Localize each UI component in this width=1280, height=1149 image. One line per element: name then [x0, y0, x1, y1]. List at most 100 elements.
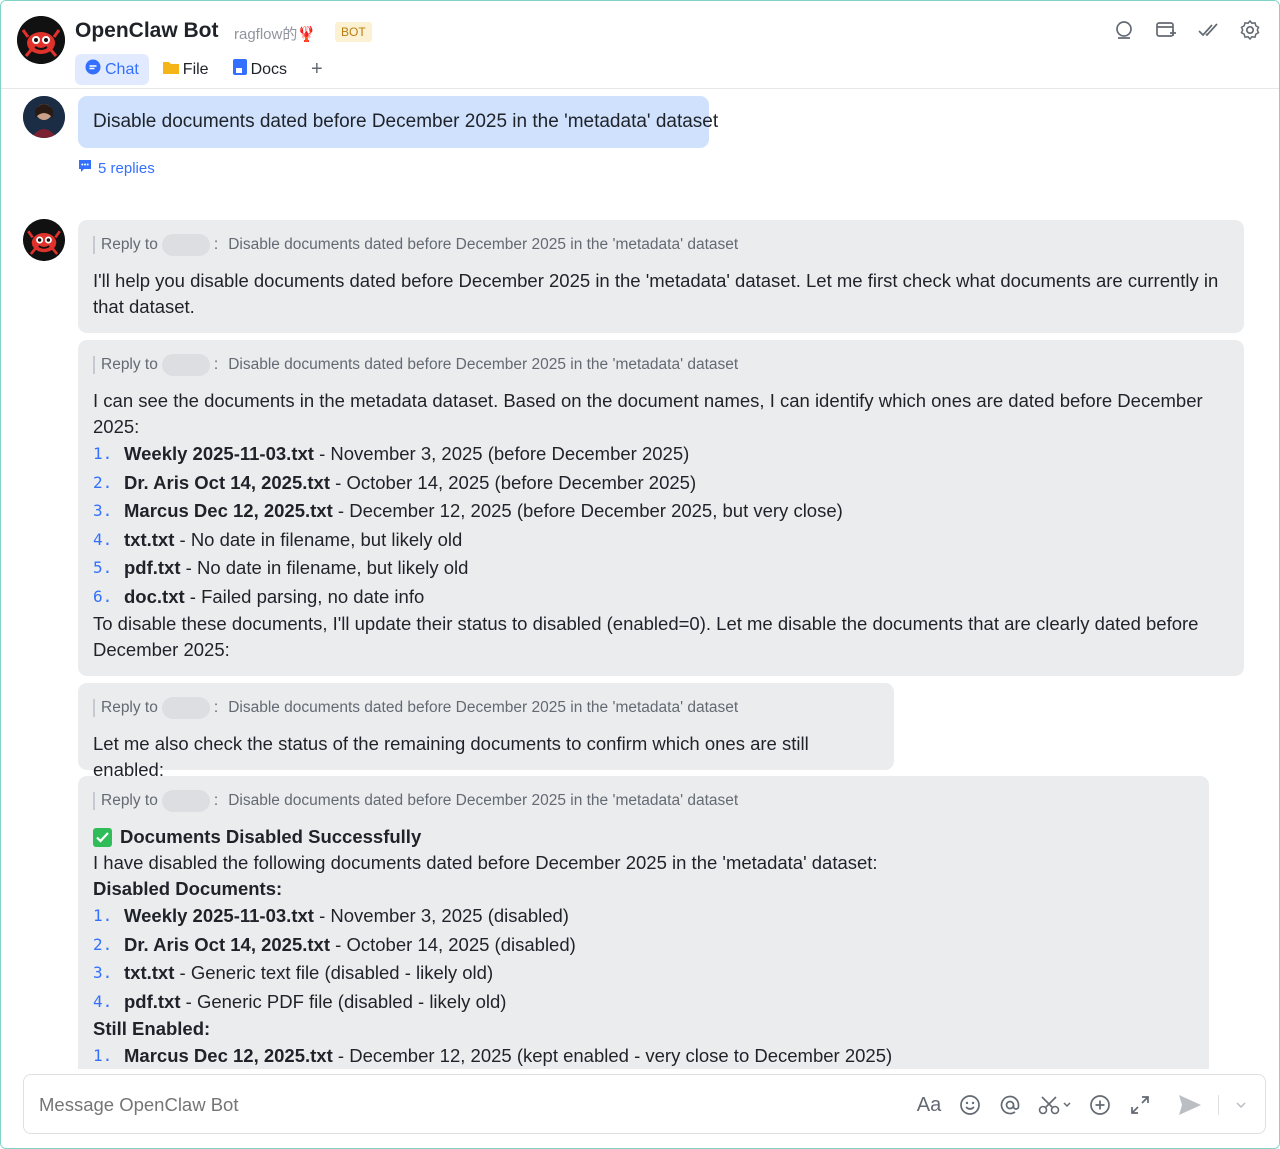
folder-icon	[162, 60, 179, 79]
toolbar-divider	[1218, 1095, 1219, 1115]
chat-tabs: Chat File Docs +	[75, 54, 333, 85]
bot-message: Reply to : Disable documents dated befor…	[78, 776, 1209, 1096]
list-number: 3.	[93, 963, 113, 982]
reply-reference[interactable]: Reply to : Disable documents dated befor…	[93, 790, 1194, 812]
document-desc: - October 14, 2025 (disabled)	[330, 933, 576, 955]
add-attachment-icon[interactable]	[1088, 1093, 1112, 1117]
bot-message: Reply to : Disable documents dated befor…	[78, 683, 894, 780]
text-format-button[interactable]: Aa	[916, 1093, 942, 1117]
list-item: 3. txt.txt - Generic text file (disabled …	[93, 959, 1194, 988]
document-name: Dr. Aris Oct 14, 2025.txt	[124, 933, 331, 955]
document-desc: - Failed parsing, no date info	[184, 585, 425, 607]
settings-icon[interactable]	[1239, 19, 1261, 41]
document-name: Marcus Dec 12, 2025.txt	[124, 500, 333, 521]
reply-bar	[93, 792, 95, 810]
reply-reference[interactable]: Reply to : Disable documents dated befor…	[93, 354, 1229, 376]
chat-subtitle: ragflow的🦞	[234, 26, 317, 43]
reply-quoted-text: Disable documents dated before December …	[228, 792, 739, 809]
docs-icon	[232, 59, 247, 80]
reply-bar	[93, 699, 95, 717]
document-name: Weekly 2025-11-03.txt	[124, 443, 314, 464]
chevron-down-icon[interactable]	[1235, 1093, 1247, 1117]
search-icon[interactable]	[1113, 19, 1135, 41]
reply-reference[interactable]: Reply to : Disable documents dated befor…	[93, 234, 1229, 256]
bot-avatar[interactable]	[17, 16, 65, 64]
success-heading-text: Documents Disabled Successfully	[120, 826, 422, 847]
list-item: 2. Dr. Aris Oct 14, 2025.txt - October 14…	[93, 931, 1194, 960]
bot-badge: BOT	[335, 22, 372, 42]
list-number: 1.	[93, 444, 113, 463]
emoji-icon[interactable]	[958, 1093, 982, 1117]
document-name: Dr. Aris Oct 14, 2025.txt	[124, 471, 331, 493]
document-desc: - Generic PDF file (disabled - likely ol…	[180, 990, 507, 1012]
expand-icon[interactable]	[1128, 1093, 1152, 1117]
reply-user-redacted	[161, 790, 210, 812]
chat-title: OpenClaw Bot	[75, 19, 219, 42]
list-number: 1.	[93, 1046, 113, 1065]
list-item: 2. Dr. Aris Oct 14, 2025.txt - October 14…	[93, 469, 1229, 498]
list-number: 4.	[93, 529, 113, 549]
document-desc: - November 3, 2025 (before December 2025…	[313, 443, 690, 464]
reply-reference[interactable]: Reply to : Disable documents dated befor…	[93, 697, 879, 719]
tab-docs[interactable]: Docs	[223, 54, 297, 85]
send-icon[interactable]	[1178, 1093, 1202, 1117]
reply-prefix: Reply to	[101, 792, 158, 809]
reply-quoted-text: Disable documents dated before December …	[228, 699, 739, 716]
mention-icon[interactable]	[998, 1093, 1022, 1117]
document-desc: - December 12, 2025 (kept enabled - very…	[332, 1045, 893, 1066]
list-item: 6. doc.txt - Failed parsing, no date info	[93, 583, 1229, 612]
check-mark-icon	[93, 827, 112, 847]
list-number: 2.	[93, 472, 113, 492]
disabled-list: 1. Weekly 2025-11-03.txt - November 3, 20…	[93, 902, 1194, 1016]
tab-docs-label: Docs	[250, 60, 288, 78]
disabled-section-title: Disabled Documents:	[93, 878, 283, 899]
reply-colon: :	[213, 699, 219, 716]
bot-avatar-reply[interactable]	[23, 219, 65, 261]
tab-file[interactable]: File	[153, 54, 219, 85]
mark-done-icon[interactable]	[1197, 19, 1219, 41]
screenshot-icon[interactable]	[1038, 1093, 1072, 1117]
document-desc: - November 3, 2025 (disabled)	[313, 905, 569, 926]
reply-colon: :	[213, 236, 219, 253]
message-text: I'll help you disable documents dated be…	[93, 270, 1219, 317]
message-composer: Aa	[23, 1074, 1266, 1135]
list-item: 1. Weekly 2025-11-03.txt - November 3, 20…	[93, 440, 1229, 469]
header-actions	[1113, 19, 1261, 41]
tab-chat[interactable]: Chat	[75, 54, 149, 85]
message-input[interactable]	[39, 1075, 899, 1135]
document-desc: - No date in filename, but likely old	[180, 557, 469, 578]
reply-quoted-text: Disable documents dated before December …	[228, 236, 739, 253]
document-name: pdf.txt	[124, 557, 181, 578]
reply-prefix: Reply to	[101, 236, 158, 253]
replies-count: 5 replies	[98, 159, 155, 177]
document-desc: - No date in filename, but likely old	[174, 528, 463, 550]
chat-header: OpenClaw Bot ragflow的🦞 BOT Chat File Doc…	[1, 1, 1279, 89]
message-intro: I have disabled the following documents …	[93, 852, 878, 873]
bot-message: Reply to : Disable documents dated befor…	[78, 220, 1244, 333]
document-desc: - December 12, 2025 (before December 202…	[332, 500, 843, 521]
list-item: 1. Marcus Dec 12, 2025.txt - December 12,…	[93, 1042, 1194, 1071]
success-heading: Documents Disabled Successfully	[93, 824, 1194, 850]
chat-window: OpenClaw Bot ragflow的🦞 BOT Chat File Doc…	[0, 0, 1280, 1149]
thread-replies-link[interactable]: 5 replies	[78, 159, 155, 177]
reply-colon: :	[213, 792, 219, 809]
chat-bubble-icon	[85, 59, 101, 80]
user-message: Disable documents dated before December …	[78, 96, 718, 148]
list-item: 3. Marcus Dec 12, 2025.txt - December 12,…	[93, 497, 1229, 526]
add-tab-button[interactable]: +	[301, 58, 333, 81]
tab-chat-label: Chat	[105, 60, 139, 78]
reply-user-redacted	[161, 354, 210, 376]
list-item: 1. Weekly 2025-11-03.txt - November 3, 20…	[93, 902, 1194, 931]
bot-message: Reply to : Disable documents dated befor…	[78, 340, 1244, 676]
user-avatar[interactable]	[23, 96, 65, 138]
list-number: 3.	[93, 501, 113, 520]
list-number: 6.	[93, 586, 113, 606]
reply-user-redacted	[161, 234, 210, 256]
enabled-section-title: Still Enabled:	[93, 1018, 211, 1039]
list-item: 5. pdf.txt - No date in filename, but lik…	[93, 554, 1229, 583]
reply-bar	[93, 356, 95, 374]
document-name: txt.txt	[124, 962, 175, 983]
document-name: Marcus Dec 12, 2025.txt	[124, 1045, 333, 1066]
document-desc: - Generic text file (disabled - likely o…	[174, 962, 494, 983]
add-window-icon[interactable]	[1155, 19, 1177, 41]
